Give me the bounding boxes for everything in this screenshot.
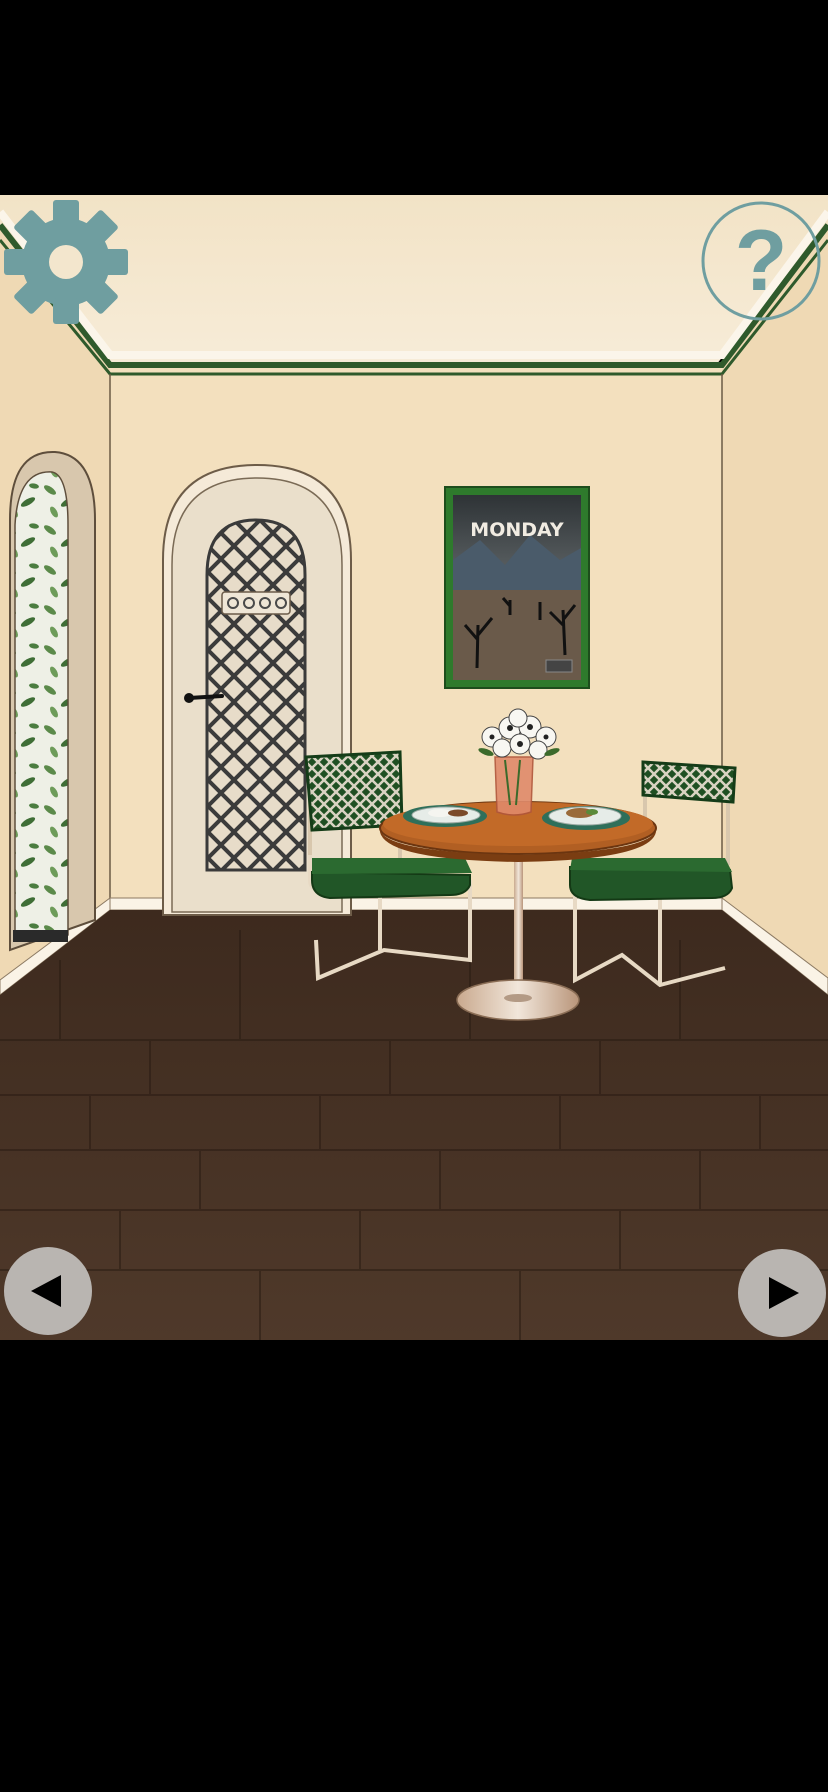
arched-door[interactable] bbox=[162, 463, 352, 916]
arrow-right-icon bbox=[738, 1249, 826, 1337]
gear-icon bbox=[4, 200, 128, 324]
question-mark-icon: ? bbox=[701, 201, 821, 321]
help-button[interactable]: ? bbox=[700, 200, 822, 322]
poster-title: MONDAY bbox=[470, 519, 564, 541]
place-setting-left[interactable] bbox=[403, 805, 487, 827]
arrow-left-icon bbox=[4, 1247, 92, 1335]
monday-poster[interactable]: MONDAY bbox=[444, 486, 590, 689]
settings-button[interactable] bbox=[0, 197, 132, 327]
help-glyph: ? bbox=[735, 213, 788, 309]
next-view-button[interactable] bbox=[737, 1248, 827, 1338]
game-scene: MONDAY bbox=[0, 195, 828, 1340]
previous-view-button[interactable] bbox=[3, 1246, 93, 1336]
place-setting-right[interactable] bbox=[542, 806, 630, 830]
left-archway[interactable] bbox=[9, 450, 96, 952]
door-keypad[interactable] bbox=[221, 591, 291, 615]
